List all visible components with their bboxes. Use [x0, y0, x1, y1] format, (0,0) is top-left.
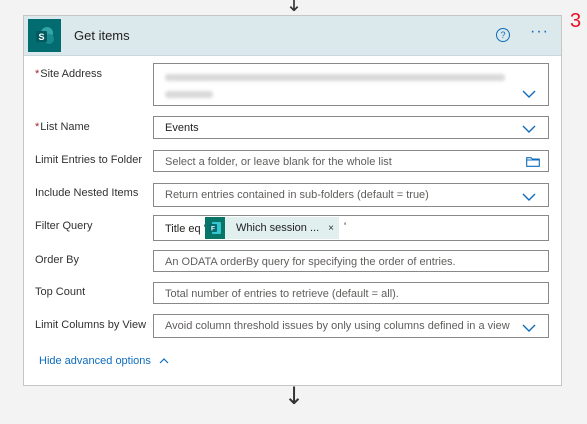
limit-folder-field[interactable]: Select a folder, or leave blank for the …	[153, 150, 549, 172]
hide-advanced-options-label: Hide advanced options	[39, 355, 151, 367]
list-name-label: *List Name	[35, 121, 90, 133]
order-by-field[interactable]: An ODATA orderBy query for specifying th…	[153, 250, 549, 272]
connector-arrow-top-icon: ↓	[285, 0, 303, 16]
list-name-field[interactable]: Events	[153, 116, 549, 139]
top-count-row: Top Count Total number of entries to ret…	[35, 282, 549, 304]
chevron-down-icon[interactable]	[522, 90, 536, 98]
step-number: 3	[570, 10, 582, 32]
nested-items-placeholder: Return entries contained in sub-folders …	[165, 189, 429, 201]
site-address-label: *Site Address	[35, 68, 103, 80]
limit-columns-label: Limit Columns by View	[35, 319, 147, 331]
limit-columns-field[interactable]: Avoid column threshold issues by only us…	[153, 314, 549, 338]
chevron-down-icon[interactable]	[522, 125, 536, 133]
limit-folder-label: Limit Entries to Folder	[35, 154, 142, 166]
connector-arrow-bottom-icon: ↓	[283, 382, 305, 410]
order-by-row: Order By An ODATA orderBy query for spec…	[35, 250, 549, 272]
list-name-row: *List Name Events	[35, 116, 549, 139]
order-by-placeholder: An ODATA orderBy query for specifying th…	[165, 256, 456, 268]
chevron-down-icon[interactable]	[522, 324, 536, 332]
svg-text:S: S	[38, 32, 44, 42]
filter-query-prefix: Title eq '	[165, 223, 206, 235]
limit-columns-row: Limit Columns by View Avoid column thres…	[35, 314, 549, 338]
get-items-action-card: S Get items ? ··· *Site Address *List Na…	[23, 15, 562, 386]
nested-items-label: Include Nested Items	[35, 187, 139, 199]
site-address-redacted-text	[165, 74, 505, 81]
top-count-placeholder: Total number of entries to retrieve (def…	[165, 288, 399, 300]
list-name-value: Events	[165, 122, 199, 134]
nested-items-row: Include Nested Items Return entries cont…	[35, 183, 549, 207]
chevron-up-icon	[159, 358, 169, 364]
site-address-redacted-text	[165, 91, 213, 98]
limit-columns-placeholder: Avoid column threshold issues by only us…	[165, 320, 510, 332]
filter-query-suffix: '	[344, 221, 347, 233]
filter-query-row: Filter Query Title eq ' F Which session …	[35, 215, 549, 241]
hide-advanced-options-link[interactable]: Hide advanced options	[39, 355, 169, 367]
dynamic-content-token[interactable]: F Which session ... ×	[205, 217, 339, 239]
top-count-label: Top Count	[35, 286, 86, 298]
sharepoint-icon: S	[28, 19, 61, 52]
limit-folder-placeholder: Select a folder, or leave blank for the …	[165, 156, 392, 168]
order-by-label: Order By	[35, 254, 80, 266]
help-icon[interactable]: ?	[496, 28, 510, 42]
site-address-field[interactable]	[153, 63, 549, 106]
token-label: Which session ...	[236, 222, 320, 234]
card-header[interactable]: S Get items ? ···	[24, 16, 561, 56]
folder-icon[interactable]	[526, 157, 540, 167]
site-address-row: *Site Address	[35, 63, 549, 106]
svg-text:F: F	[211, 226, 215, 233]
chevron-down-icon[interactable]	[522, 193, 536, 201]
filter-query-field[interactable]: Title eq ' F Which session ... × '	[153, 215, 549, 241]
card-title: Get items	[74, 28, 130, 43]
filter-query-label: Filter Query	[35, 220, 93, 232]
forms-icon: F	[205, 217, 225, 239]
more-options-icon[interactable]: ···	[530, 24, 549, 40]
token-remove-button[interactable]: ×	[328, 223, 334, 234]
top-count-field[interactable]: Total number of entries to retrieve (def…	[153, 282, 549, 304]
nested-items-field[interactable]: Return entries contained in sub-folders …	[153, 183, 549, 207]
limit-folder-row: Limit Entries to Folder Select a folder,…	[35, 150, 549, 172]
